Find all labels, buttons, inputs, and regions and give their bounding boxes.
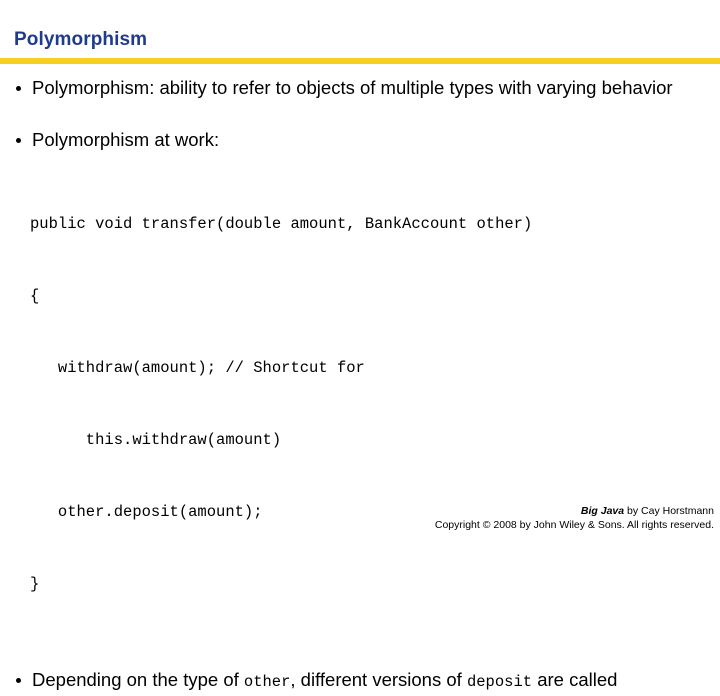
code-line: public void transfer(double amount, Bank… <box>30 215 533 233</box>
bullet-dot-icon <box>16 138 21 143</box>
footer-author: by Cay Horstmann <box>624 505 714 517</box>
footer-attribution: Big Java by Cay Horstmann Copyright © 20… <box>435 504 714 532</box>
bullet-item-definition: Polymorphism: ability to refer to object… <box>0 74 720 102</box>
inline-code-deposit: deposit <box>466 673 533 691</box>
footer-book-title: Big Java <box>580 505 625 517</box>
code-line: this.withdraw(amount) <box>30 431 282 449</box>
bullet-text-part2: , different versions of <box>290 669 467 690</box>
code-line: } <box>30 575 40 593</box>
bullet-text-part1: Depending on the type of <box>32 669 244 690</box>
code-line: withdraw(amount); // Shortcut for <box>30 359 365 377</box>
title-divider-rule <box>0 58 720 64</box>
footer-copyright: Copyright © 2008 by John Wiley & Sons. A… <box>434 519 714 531</box>
page-title: Polymorphism <box>14 29 148 50</box>
slide-body: Polymorphism: ability to refer to object… <box>0 74 720 696</box>
bullet-text-at-work: Polymorphism at work: <box>32 129 220 150</box>
bullet-dot-icon <box>16 678 21 683</box>
bullet-dot-icon <box>16 86 21 91</box>
code-line: { <box>30 287 40 305</box>
bullet-item-at-work: Polymorphism at work: <box>0 126 720 154</box>
bullet-text-definition: Polymorphism: ability to refer to object… <box>32 77 673 98</box>
code-block: public void transfer(double amount, Bank… <box>0 164 720 644</box>
inline-code-other: other <box>243 673 291 691</box>
footer-book-line: Big Java by Cay Horstmann <box>435 504 714 518</box>
bullet-text-part3: are called <box>532 669 618 690</box>
bullet-item-depending: Depending on the type of other, differen… <box>0 666 720 696</box>
